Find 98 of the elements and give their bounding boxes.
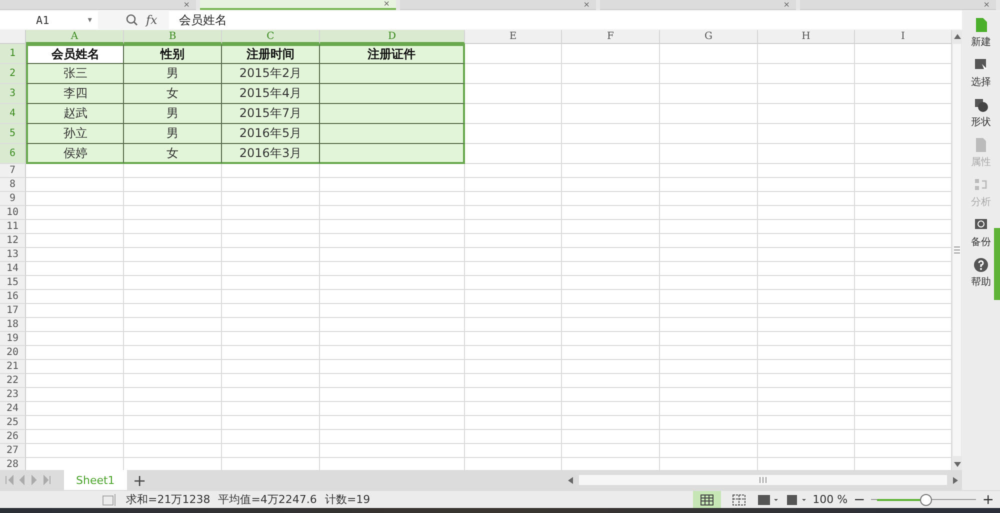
close-icon[interactable]: × — [783, 0, 796, 8]
document-tab[interactable]: × — [0, 0, 196, 10]
column-header[interactable]: F — [562, 30, 660, 44]
column-header[interactable]: G — [660, 30, 758, 44]
up-arrow-icon[interactable] — [954, 34, 960, 38]
table-cell: 2015年7月 — [222, 104, 320, 124]
side-panel-button[interactable]: 选择 — [964, 58, 998, 98]
row-header[interactable]: 12 — [0, 234, 26, 248]
monitor-icon — [974, 218, 988, 232]
row-header[interactable]: 8 — [0, 178, 26, 192]
row-header[interactable]: 26 — [0, 430, 26, 444]
right-arrow-icon[interactable] — [953, 476, 958, 484]
side-panel-button[interactable]: 形状 — [964, 98, 998, 138]
vertical-scrollbar[interactable] — [952, 30, 962, 470]
table-cell: 注册时间 — [222, 44, 320, 64]
row-header[interactable]: 17 — [0, 304, 26, 318]
column-header[interactable]: A — [26, 30, 124, 44]
table-cell: 李四 — [26, 84, 124, 104]
row-header[interactable]: 21 — [0, 360, 26, 374]
row-header[interactable]: 28 — [0, 458, 26, 470]
row-header[interactable]: 11 — [0, 220, 26, 234]
panel-toggle[interactable] — [994, 228, 1000, 300]
table-cell: 2015年2月 — [222, 64, 320, 84]
table-cell: 男 — [124, 64, 222, 84]
document-tab[interactable]: × — [200, 0, 396, 10]
grip-icon[interactable] — [759, 477, 767, 483]
close-icon[interactable]: × — [383, 0, 396, 8]
row-header[interactable]: 18 — [0, 318, 26, 332]
document-tab[interactable]: × — [800, 0, 996, 10]
horizontal-scrollbar[interactable] — [568, 474, 958, 486]
formula-field[interactable]: 会员姓名 — [169, 11, 962, 29]
row-header[interactable]: 9 — [0, 192, 26, 206]
left-arrow-icon[interactable] — [568, 476, 573, 484]
document-icon — [974, 18, 988, 32]
row-header[interactable]: 15 — [0, 276, 26, 290]
table-cell: 2015年4月 — [222, 84, 320, 104]
row-header[interactable]: 5 — [0, 124, 26, 144]
table-cell: 男 — [124, 104, 222, 124]
grid-icon — [700, 494, 714, 506]
row-header[interactable]: 22 — [0, 374, 26, 388]
table-cell: 2016年3月 — [222, 144, 320, 164]
table-cell: 孙立 — [26, 124, 124, 144]
column-header[interactable]: I — [855, 30, 952, 44]
status-stat: 计数=19 — [324, 492, 370, 507]
row-header[interactable]: 16 — [0, 290, 26, 304]
row-header[interactable]: 19 — [0, 332, 26, 346]
row-header[interactable]: 4 — [0, 104, 26, 124]
table-cell: 注册证件 — [320, 44, 465, 64]
row-header[interactable]: 2 — [0, 64, 26, 84]
grid-icon — [732, 494, 746, 506]
document-tab[interactable]: × — [400, 0, 596, 10]
close-icon[interactable]: × — [183, 0, 196, 8]
table-cell: 男 — [124, 124, 222, 144]
table-cell: 性别 — [124, 44, 222, 64]
shapes-icon — [974, 98, 988, 112]
column-header[interactable]: B — [124, 30, 222, 44]
zoom-out-button[interactable]: − — [852, 492, 868, 508]
zoom-in-button[interactable]: + — [980, 492, 996, 508]
close-icon[interactable]: × — [583, 0, 596, 8]
row-header[interactable]: 6 — [0, 144, 26, 164]
column-header[interactable]: D — [320, 30, 465, 44]
table-cell: 赵武 — [26, 104, 124, 124]
row-header[interactable]: 14 — [0, 262, 26, 276]
grip-icon[interactable] — [954, 246, 960, 254]
status-stat: 求和=21万1238 — [126, 492, 210, 507]
table-cell: 2016年5月 — [222, 124, 320, 144]
side-panel-button[interactable]: 新建 — [964, 18, 998, 58]
row-header[interactable]: 7 — [0, 164, 26, 178]
column-header[interactable]: H — [758, 30, 855, 44]
row-header[interactable]: 13 — [0, 248, 26, 262]
help-icon — [974, 258, 988, 272]
down-arrow-icon[interactable] — [954, 462, 960, 466]
row-header[interactable]: 24 — [0, 402, 26, 416]
row-header[interactable]: 1 — [0, 44, 26, 64]
row-header[interactable]: 25 — [0, 416, 26, 430]
view-button[interactable] — [692, 491, 721, 508]
row-header[interactable]: 27 — [0, 444, 26, 458]
layout-dropdown-icon[interactable] — [756, 494, 781, 506]
function-button[interactable]: fx — [146, 13, 158, 27]
table-cell: 侯婷 — [26, 144, 124, 164]
table-cell: 张三 — [26, 64, 124, 84]
row-header[interactable]: 3 — [0, 84, 26, 104]
table-cell: 会员姓名 — [26, 44, 124, 64]
zoom-icon[interactable] — [126, 14, 138, 26]
cursor-square-icon — [974, 58, 988, 72]
row-header[interactable]: 23 — [0, 388, 26, 402]
document-tab[interactable]: × — [600, 0, 796, 10]
status-stat: 平均值=4万2247.6 — [218, 492, 317, 507]
document-icon — [974, 138, 988, 152]
column-header[interactable]: E — [465, 30, 562, 44]
table-cell: 女 — [124, 84, 222, 104]
close-icon[interactable]: × — [983, 0, 996, 8]
zoom-level: 100 % — [812, 493, 848, 506]
table-cell: 女 — [124, 144, 222, 164]
row-header[interactable]: 20 — [0, 346, 26, 360]
row-header[interactable]: 10 — [0, 206, 26, 220]
add-sheet-button[interactable]: + — [126, 470, 152, 490]
column-header[interactable]: C — [222, 30, 320, 44]
